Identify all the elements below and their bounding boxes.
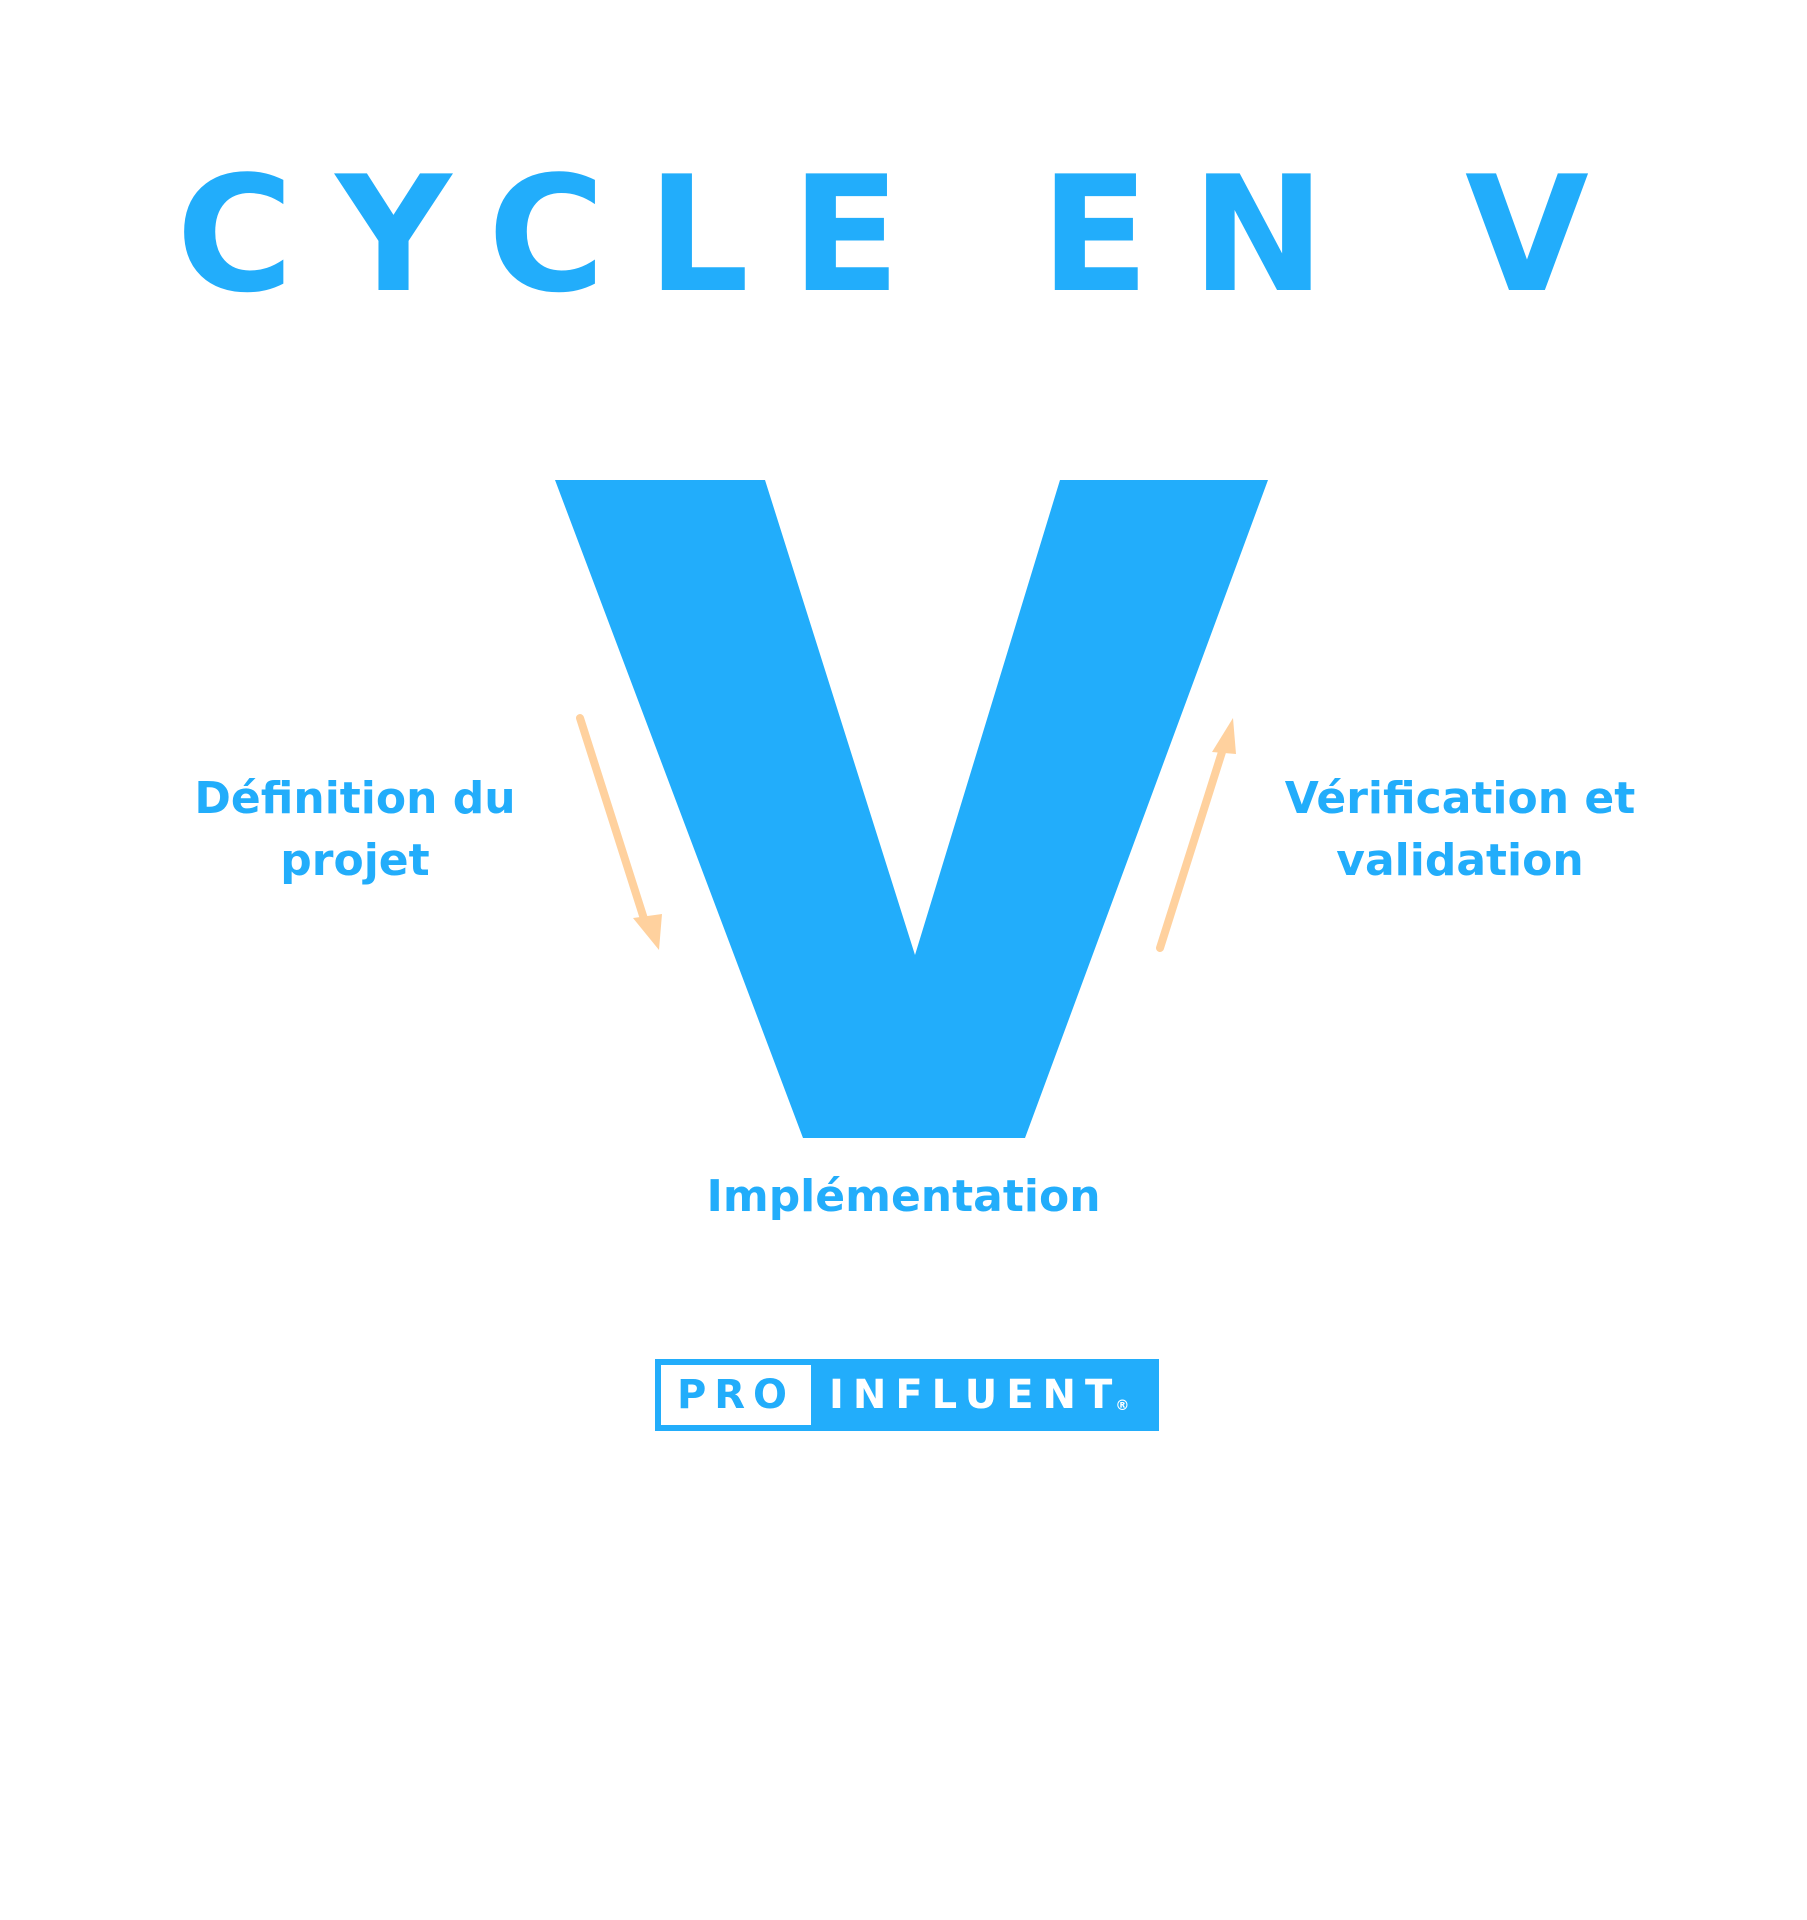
registered-mark-icon: ® <box>1115 1398 1130 1414</box>
phase-label-line: Définition du <box>194 773 516 824</box>
logo-influent-text: INFLUENT <box>829 1372 1122 1418</box>
v-shape <box>555 480 1268 1138</box>
logo-pro-text: PRO <box>661 1365 811 1425</box>
logo-influent-block: INFLUENT ® <box>811 1359 1159 1431</box>
phase-label-definition: Définition du projet <box>150 768 560 892</box>
phase-label-implementation: Implémentation <box>706 1171 1101 1222</box>
v-diagram <box>555 480 1268 1138</box>
arrow-up-right-icon <box>1156 718 1236 952</box>
phase-label-verification: Vérification et validation <box>1240 768 1680 892</box>
proinfluent-logo: PRO INFLUENT ® <box>655 1359 1159 1431</box>
phase-label-line: Vérification et <box>1284 773 1636 824</box>
phase-label-line: validation <box>1336 835 1584 886</box>
arrow-down-right-icon <box>576 714 662 950</box>
phase-label-line: projet <box>280 835 430 886</box>
